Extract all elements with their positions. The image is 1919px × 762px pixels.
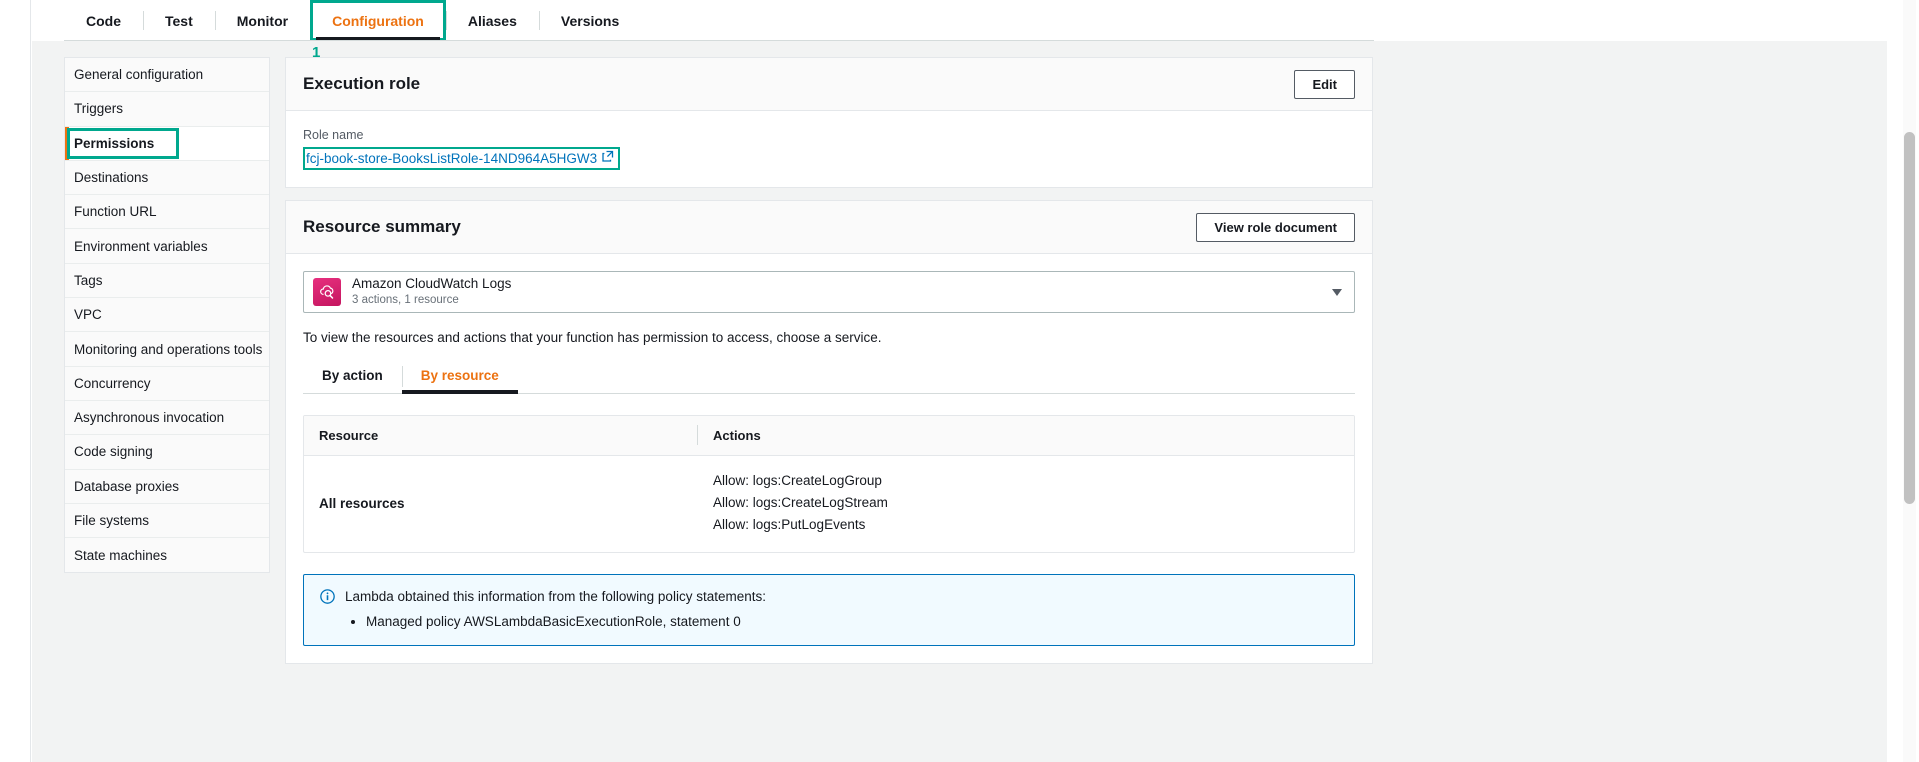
resource-summary-header: Resource summary View role document (286, 201, 1372, 254)
resource-summary-card: Resource summary View role document Amaz… (285, 200, 1373, 664)
tab-label: Configuration (332, 12, 424, 29)
service-select-content: Amazon CloudWatch Logs 3 actions, 1 reso… (313, 276, 511, 308)
sidebar-item-label: Permissions (74, 135, 155, 151)
sidebar-item-function-url[interactable]: Function URL (65, 195, 269, 230)
tab-label: Test (165, 12, 193, 29)
execution-role-header: Execution role Edit (286, 58, 1372, 111)
tab-label: Code (86, 12, 121, 29)
subtab-label: By resource (420, 368, 499, 383)
sidebar-item-destinations[interactable]: Destinations (65, 160, 269, 196)
tab-label: Monitor (236, 12, 289, 29)
sidebar-item-code-signing[interactable]: Code signing (65, 435, 269, 470)
list-item: Managed policy AWSLambdaBasicExecutionRo… (366, 614, 766, 629)
sidebar-item-label: VPC (74, 307, 102, 323)
execution-role-card: Execution role Edit Role name fcj-book-s… (285, 57, 1373, 188)
tab-label: Aliases (467, 12, 517, 29)
resource-summary-title: Resource summary (303, 217, 461, 236)
sidebar-item-vpc[interactable]: VPC (65, 298, 269, 333)
role-name-label: Role name (303, 128, 364, 142)
tab-test[interactable]: Test (143, 0, 215, 41)
left-gutter (0, 0, 31, 762)
sidebar-item-monitoring-and-operations-tools[interactable]: Monitoring and operations tools (65, 332, 269, 367)
cell-resource: All resources (319, 495, 405, 511)
cell-actions: Allow: logs:CreateLogGroup Allow: logs:C… (698, 456, 1354, 552)
lambda-configuration-page: Code Test Monitor Configuration Aliases … (0, 0, 1919, 762)
execution-role-body: Role name fcj-book-store-BooksListRole-1… (286, 111, 1372, 187)
sidebar-item-asynchronous-invocation[interactable]: Asynchronous invocation (65, 400, 269, 436)
tab-configuration[interactable]: Configuration (310, 0, 446, 41)
tab-aliases[interactable]: Aliases (445, 0, 539, 41)
sidebar-item-label: Tags (74, 272, 103, 288)
info-alert-body: Lambda obtained this information from th… (345, 589, 766, 629)
sidebar-item-label: Asynchronous invocation (74, 410, 225, 426)
column-header-resource: Resource (304, 416, 698, 455)
chevron-down-icon[interactable] (1332, 288, 1342, 296)
info-alert-text: Lambda obtained this information from th… (345, 589, 766, 604)
service-sub: 3 actions, 1 resource (352, 293, 459, 306)
table-row: All resources Allow: logs:CreateLogGroup… (304, 456, 1354, 552)
info-icon (320, 589, 335, 629)
tab-label: Versions (560, 12, 620, 29)
sidebar-item-label: Code signing (74, 444, 153, 460)
sidebar-item-label: State machines (74, 547, 168, 563)
tab-versions[interactable]: Versions (538, 0, 641, 41)
service-name: Amazon CloudWatch Logs (352, 275, 512, 291)
service-select-text: Amazon CloudWatch Logs 3 actions, 1 reso… (352, 276, 511, 308)
subtab-label: By action (322, 368, 383, 383)
edit-button[interactable]: Edit (1294, 69, 1355, 99)
permissions-table: Resource Actions All resources Allow: lo… (303, 415, 1355, 553)
role-name-link-wrapper[interactable]: fcj-book-store-BooksListRole-14ND964A5HG… (303, 147, 621, 170)
view-role-document-button[interactable]: View role document (1196, 212, 1355, 242)
sidebar-item-concurrency[interactable]: Concurrency (65, 366, 269, 401)
sidebar-item-tags[interactable]: Tags (65, 263, 269, 299)
tab-code[interactable]: Code (64, 0, 143, 41)
action-item: Allow: logs:CreateLogGroup (713, 473, 882, 488)
sidebar-item-state-machines[interactable]: State machines (65, 538, 269, 573)
table-header-row: Resource Actions (304, 416, 1354, 456)
sidebar-item-general-configuration[interactable]: General configuration (65, 58, 269, 93)
column-header-actions: Actions (713, 428, 761, 443)
cloudwatch-logs-icon (313, 277, 341, 306)
tabbar-divider (64, 40, 1374, 41)
resource-summary-description: To view the resources and actions that y… (303, 330, 882, 345)
sidebar-item-label: Destinations (74, 170, 149, 186)
sidebar-item-label: Concurrency (74, 375, 151, 391)
sidebar-item-label: General configuration (74, 67, 204, 83)
sidebar-item-environment-variables[interactable]: Environment variables (65, 229, 269, 264)
sidebar-item-triggers[interactable]: Triggers (65, 92, 269, 127)
sidebar-item-file-systems[interactable]: File systems (65, 503, 269, 539)
info-alert-list: Managed policy AWSLambdaBasicExecutionRo… (345, 614, 766, 629)
sidebar-item-label: Monitoring and operations tools (74, 341, 263, 357)
sidebar-item-label: Triggers (74, 101, 124, 117)
resource-summary-subtabs: By action By resource (303, 359, 1355, 394)
subtab-by-action[interactable]: By action (303, 359, 402, 393)
role-name-link[interactable]: fcj-book-store-BooksListRole-14ND964A5HG… (306, 151, 597, 166)
sidebar-item-label: File systems (74, 513, 150, 528)
action-item: Allow: logs:CreateLogStream (713, 495, 888, 510)
page-title: Execution role (303, 74, 421, 93)
sidebar-item-label: Function URL (74, 204, 157, 220)
service-select[interactable]: Amazon CloudWatch Logs 3 actions, 1 reso… (303, 271, 1355, 313)
sidebar-item-label: Database proxies (74, 478, 180, 494)
sidebar-item-label: Environment variables (74, 238, 208, 254)
action-item: Allow: logs:PutLogEvents (713, 517, 866, 532)
external-link-icon (602, 149, 614, 167)
tab-monitor[interactable]: Monitor (214, 0, 310, 41)
sidebar-item-permissions[interactable]: Permissions (65, 126, 269, 161)
main-content: Execution role Edit Role name fcj-book-s… (285, 57, 1373, 676)
configuration-sidebar: General configuration Triggers Permissio… (64, 57, 270, 574)
function-tabs: Code Test Monitor Configuration Aliases … (32, 0, 1887, 41)
subtab-by-resource[interactable]: By resource (401, 359, 518, 394)
sidebar-item-database-proxies[interactable]: Database proxies (65, 469, 269, 504)
resource-summary-body: Amazon CloudWatch Logs 3 actions, 1 reso… (286, 254, 1372, 663)
vertical-scrollbar-thumb[interactable] (1904, 132, 1915, 504)
info-alert: Lambda obtained this information from th… (303, 574, 1355, 646)
